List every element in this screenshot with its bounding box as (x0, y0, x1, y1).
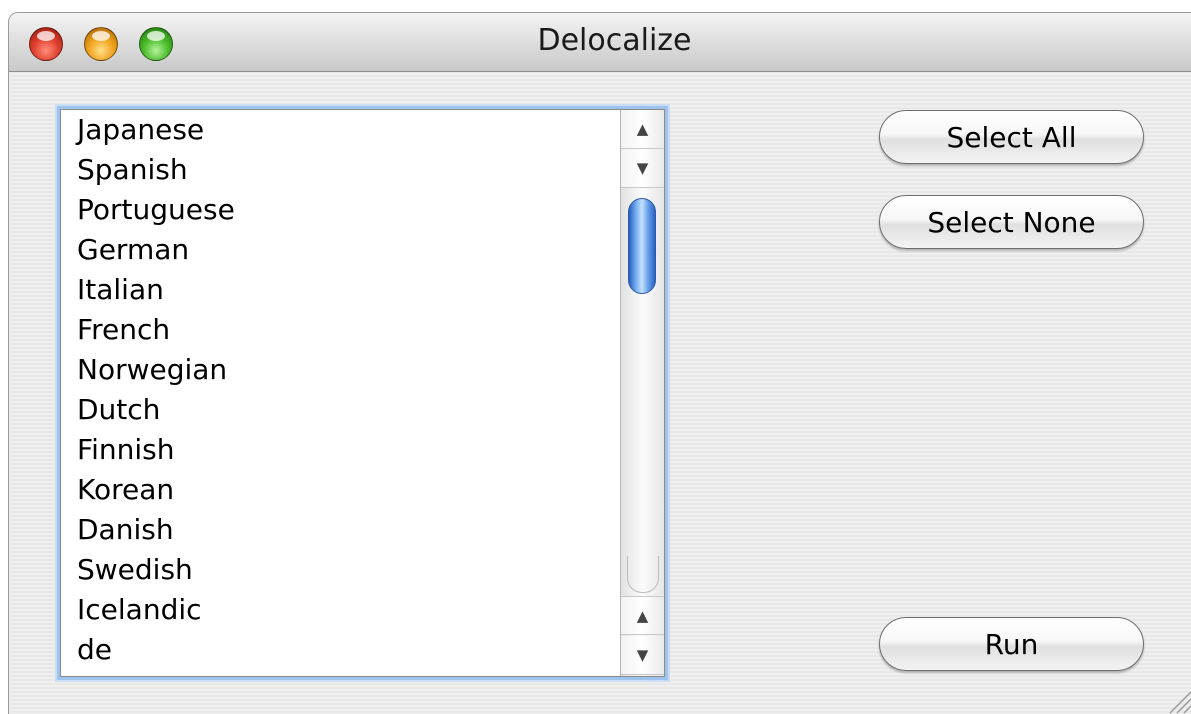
delocalize-window: Delocalize Japanese Spanish Portuguese G… (8, 12, 1191, 714)
list-item[interactable]: French (61, 310, 617, 350)
select-all-button[interactable]: Select All (879, 110, 1144, 164)
list-item[interactable]: Finnish (61, 430, 617, 470)
list-item[interactable]: de (61, 630, 617, 670)
list-item[interactable]: Danish (61, 510, 617, 550)
list-item[interactable]: Spanish (61, 150, 617, 190)
scroll-track-end (627, 556, 659, 593)
list-item[interactable]: Icelandic (61, 590, 617, 630)
list-item[interactable]: Japanese (61, 110, 617, 150)
scroll-thumb[interactable] (628, 198, 656, 294)
list-item[interactable]: Italian (61, 270, 617, 310)
list-item[interactable]: Dutch (61, 390, 617, 430)
list-item[interactable]: Korean (61, 470, 617, 510)
window-title: Delocalize (537, 23, 692, 58)
list-item[interactable]: Portuguese (61, 190, 617, 230)
scroll-up-arrow-icon[interactable]: ▲ (621, 596, 664, 635)
language-list-box[interactable]: Japanese Spanish Portuguese German Itali… (60, 109, 665, 677)
list-item[interactable]: German (61, 230, 617, 270)
run-button[interactable]: Run (879, 617, 1144, 671)
scroll-down-arrow-icon[interactable]: ▼ (621, 149, 664, 188)
list-item[interactable]: Swedish (61, 550, 617, 590)
select-none-button[interactable]: Select None (879, 195, 1144, 249)
resize-grip-icon[interactable] (1162, 684, 1191, 714)
scroll-down-arrow-icon[interactable]: ▼ (621, 636, 664, 675)
scroll-up-arrow-icon[interactable]: ▲ (621, 110, 664, 149)
title-bar[interactable]: Delocalize (9, 13, 1191, 72)
vertical-scrollbar[interactable]: ▲ ▼ ▲ ▼ (620, 110, 664, 676)
language-list[interactable]: Japanese Spanish Portuguese German Itali… (61, 110, 617, 676)
list-item[interactable]: Norwegian (61, 350, 617, 390)
